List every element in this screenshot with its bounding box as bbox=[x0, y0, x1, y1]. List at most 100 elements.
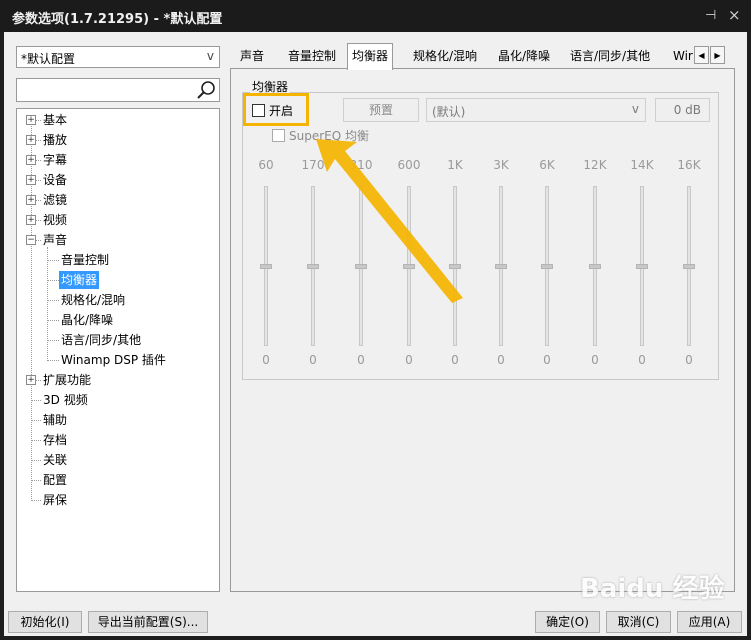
supereq-checkbox[interactable]: SuperEQ 均衡 bbox=[272, 127, 369, 144]
tree-guide-line bbox=[47, 360, 59, 361]
band-freq-label: 600 bbox=[397, 158, 421, 172]
expander-icon[interactable]: + bbox=[26, 175, 36, 185]
tree-item[interactable]: 视频 bbox=[41, 211, 69, 229]
profile-value: *默认配置 bbox=[21, 52, 76, 66]
tree-guide-line bbox=[31, 400, 41, 401]
expander-icon[interactable]: + bbox=[26, 375, 36, 385]
band-slider-thumb[interactable] bbox=[355, 264, 367, 269]
preset-value: (默认) bbox=[432, 105, 466, 119]
band-freq-label: 3K bbox=[493, 158, 509, 172]
band-value: 0 bbox=[262, 353, 270, 367]
band-slider-thumb[interactable] bbox=[260, 264, 272, 269]
tree-item[interactable]: 屏保 bbox=[41, 491, 69, 509]
expander-icon[interactable]: + bbox=[26, 115, 36, 125]
tab-item[interactable]: 声音 bbox=[236, 44, 268, 68]
tab-item[interactable]: 晶化/降噪 bbox=[494, 44, 554, 68]
tree-item[interactable]: 扩展功能 bbox=[41, 371, 93, 389]
export-config-button[interactable]: 导出当前配置(S)... bbox=[88, 611, 208, 633]
band-value: 0 bbox=[685, 353, 693, 367]
watermark: Baidu 经验 bbox=[580, 574, 725, 604]
profile-select[interactable]: *默认配置 v bbox=[16, 46, 220, 68]
band-freq-label: 16K bbox=[677, 158, 701, 172]
cancel-button[interactable]: 取消(C) bbox=[606, 611, 671, 633]
window-title: 参数选项(1.7.21295) - *默认配置 bbox=[12, 12, 223, 27]
tree-item[interactable]: 声音 bbox=[41, 231, 69, 249]
band-value: 0 bbox=[405, 353, 413, 367]
band-slider-thumb[interactable] bbox=[495, 264, 507, 269]
tree-item[interactable]: Winamp DSP 插件 bbox=[59, 351, 168, 369]
band-value: 0 bbox=[309, 353, 317, 367]
preset-select[interactable]: (默认) v bbox=[426, 98, 646, 122]
band-slider-thumb[interactable] bbox=[307, 264, 319, 269]
tree-item[interactable]: 音量控制 bbox=[59, 251, 111, 269]
tree-guide-line bbox=[47, 280, 59, 281]
tree-item[interactable]: 3D 视频 bbox=[41, 391, 90, 409]
expander-icon[interactable]: + bbox=[26, 195, 36, 205]
tree-item[interactable]: 均衡器 bbox=[59, 271, 100, 289]
search-icon[interactable] bbox=[195, 79, 217, 101]
tree-guide-line bbox=[47, 320, 59, 321]
tree-item[interactable]: 辅助 bbox=[41, 411, 69, 429]
supereq-label: SuperEQ 均衡 bbox=[289, 129, 369, 143]
tree-item[interactable]: 播放 bbox=[41, 131, 69, 149]
search-input[interactable] bbox=[16, 78, 220, 102]
band-freq-label: 12K bbox=[583, 158, 607, 172]
band-freq-label: 14K bbox=[630, 158, 654, 172]
ok-button[interactable]: 确定(O) bbox=[535, 611, 600, 633]
band-slider-thumb[interactable] bbox=[589, 264, 601, 269]
tree-guide-line bbox=[47, 300, 59, 301]
close-icon[interactable]: × bbox=[728, 6, 741, 24]
band-freq-label: 170 bbox=[301, 158, 325, 172]
pin-icon[interactable]: ⊣ bbox=[705, 8, 716, 23]
apply-button[interactable]: 应用(A) bbox=[677, 611, 742, 633]
tree-guide-line bbox=[47, 260, 59, 261]
band-value: 0 bbox=[591, 353, 599, 367]
band-slider-thumb[interactable] bbox=[683, 264, 695, 269]
preset-button[interactable]: 预置 bbox=[343, 98, 419, 122]
tree-item[interactable]: 语言/同步/其他 bbox=[59, 331, 143, 349]
expander-icon[interactable]: + bbox=[26, 215, 36, 225]
band-slider-thumb[interactable] bbox=[636, 264, 648, 269]
tree-guide-line bbox=[47, 247, 48, 361]
tree-guide-line bbox=[31, 500, 41, 501]
tab-item[interactable]: 音量控制 bbox=[284, 44, 340, 68]
tab-item[interactable]: 语言/同步/其他 bbox=[566, 44, 654, 68]
chevron-down-icon: v bbox=[206, 49, 214, 63]
tab-item[interactable]: Wir bbox=[669, 44, 697, 68]
band-value: 0 bbox=[638, 353, 646, 367]
band-value: 0 bbox=[357, 353, 365, 367]
tree-item[interactable]: 字幕 bbox=[41, 151, 69, 169]
tab-item[interactable]: 均衡器 bbox=[347, 43, 394, 70]
tree-guide-line bbox=[31, 440, 41, 441]
band-value: 0 bbox=[497, 353, 505, 367]
tree-guide-line bbox=[31, 460, 41, 461]
settings-tree[interactable]: + 基本 + 播放 + 字幕 + 设备 + 滤镜 + 视频 − 声音音量控制均衡器规格化/混响 晶化/降噪语… bbox=[16, 108, 220, 592]
tree-item[interactable]: 关联 bbox=[41, 451, 69, 469]
tree-item[interactable]: 配置 bbox=[41, 471, 69, 489]
expander-icon[interactable]: + bbox=[26, 135, 36, 145]
band-freq-label: 60 bbox=[258, 158, 274, 172]
tree-item[interactable]: 设备 bbox=[41, 171, 69, 189]
tree-guide-line bbox=[31, 480, 41, 481]
tree-item[interactable]: 滤镜 bbox=[41, 191, 69, 209]
band-value: 0 bbox=[451, 353, 459, 367]
tab-scroll-left-button[interactable]: ◀ bbox=[694, 46, 709, 64]
chevron-down-icon: v bbox=[631, 102, 639, 116]
tree-item[interactable]: 晶化/降噪 bbox=[59, 311, 115, 329]
expander-icon[interactable]: + bbox=[26, 155, 36, 165]
checkbox-box[interactable] bbox=[272, 129, 285, 142]
band-slider-thumb[interactable] bbox=[449, 264, 461, 269]
expander-icon[interactable]: − bbox=[26, 235, 36, 245]
tree-item[interactable]: 存档 bbox=[41, 431, 69, 449]
band-slider-thumb[interactable] bbox=[403, 264, 415, 269]
tree-item[interactable]: 基本 bbox=[41, 111, 69, 129]
tree-item[interactable]: 规格化/混响 bbox=[59, 291, 127, 309]
tree-guide-line bbox=[47, 340, 59, 341]
tab-scroll-right-button[interactable]: ▶ bbox=[710, 46, 725, 64]
init-button[interactable]: 初始化(I) bbox=[8, 611, 82, 633]
band-slider-thumb[interactable] bbox=[541, 264, 553, 269]
band-freq-label: 6K bbox=[539, 158, 555, 172]
tree-guide-line bbox=[31, 420, 41, 421]
tab-item[interactable]: 规格化/混响 bbox=[409, 44, 481, 68]
band-freq-label: 310 bbox=[349, 158, 373, 172]
